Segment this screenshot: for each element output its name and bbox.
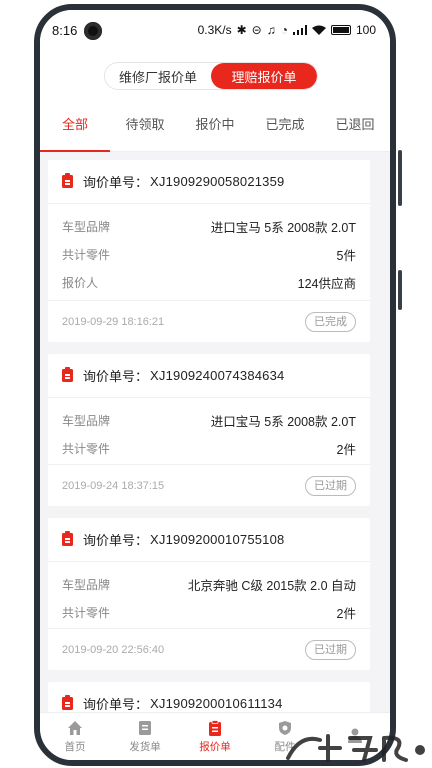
order-card[interactable]: 询价单号： XJ1909200010755108 车型品牌 北京奔驰 C级 20…: [48, 518, 370, 670]
tab-returned[interactable]: 已退回: [320, 96, 390, 152]
order-header: 询价单号： XJ1909200010755108: [48, 518, 370, 562]
status-bar: 8:16 0.3K/s ✱ ⊝ ♫ ◔ 100: [40, 10, 390, 50]
quote-type-switch: 维修厂报价单 理赔报价单: [104, 62, 318, 90]
detail-row: 车型品牌 北京奔驰 C级 2015款 2.0 自动: [62, 570, 356, 598]
order-time: 2019-09-29 18:16:21: [62, 315, 165, 328]
detail-key: 报价人: [62, 275, 99, 290]
order-card[interactable]: 询价单号： XJ1909240074384634 车型品牌 进口宝马 5系 20…: [48, 354, 370, 506]
detail-key: 车型品牌: [62, 577, 111, 592]
nfc-icon: ⊝: [251, 23, 262, 37]
status-badge: 已过期: [305, 475, 356, 496]
order-number: XJ1909200010755108: [150, 532, 285, 547]
order-number-label: 询价单号：: [83, 697, 149, 712]
detail-key: 车型品牌: [62, 413, 111, 428]
clipboard-icon: [62, 173, 73, 188]
screen: 8:16 0.3K/s ✱ ⊝ ♫ ◔ 100 维修厂报价单 理赔报价单 全部 …: [34, 4, 396, 766]
detail-value: 2件: [336, 606, 356, 621]
status-badge: 已过期: [305, 639, 356, 660]
site-watermark-logo: [286, 734, 425, 762]
clipboard-icon: [62, 531, 73, 546]
detail-value: 124供应商: [297, 276, 356, 291]
tab-completed[interactable]: 已完成: [250, 96, 320, 152]
nav-shipping[interactable]: 发货单: [110, 713, 180, 760]
detail-key: 共计零件: [62, 441, 111, 456]
order-number: XJ1909200010611134: [150, 696, 283, 711]
signal-icon: [292, 25, 307, 35]
detail-value: 2件: [336, 442, 356, 457]
network-speed: 0.3K/s: [197, 23, 232, 37]
order-footer: 2019-09-29 18:16:21 已完成: [48, 300, 370, 342]
detail-row: 共计零件 5件: [62, 240, 356, 268]
nav-label: 首页: [64, 740, 86, 753]
order-footer: 2019-09-20 22:56:40 已过期: [48, 628, 370, 670]
detail-row: 共计零件 2件: [62, 598, 356, 626]
detail-key: 车型品牌: [62, 219, 111, 234]
segment-bar: 维修厂报价单 理赔报价单: [40, 50, 390, 96]
tab-quoting[interactable]: 报价中: [180, 96, 250, 152]
status-icons: 0.3K/s ✱ ⊝ ♫ ◔ 100: [198, 23, 376, 37]
home-icon: [68, 720, 82, 735]
wifi-icon: [311, 25, 326, 35]
order-card[interactable]: 询价单号： XJ1909290058021359 车型品牌 进口宝马 5系 20…: [48, 160, 370, 342]
mute-icon: ♫: [266, 23, 276, 37]
order-header: 询价单号： XJ1909290058021359: [48, 160, 370, 204]
order-number: XJ1909290058021359: [150, 174, 285, 189]
detail-row: 共计零件 2件: [62, 434, 356, 462]
order-footer: 2019-09-24 18:37:15 已过期: [48, 464, 370, 506]
bluetooth-icon: ✱: [236, 23, 247, 37]
order-details: 车型品牌 进口宝马 5系 2008款 2.0T 共计零件 5件 报价人 124供…: [48, 204, 370, 296]
detail-value: 进口宝马 5系 2008款 2.0T: [210, 414, 356, 429]
nav-home[interactable]: 首页: [40, 713, 110, 760]
segment-claim-quote[interactable]: 理赔报价单: [211, 63, 317, 89]
clipboard-icon: [62, 695, 73, 710]
order-details: 车型品牌 进口宝马 5系 2008款 2.0T 共计零件 2件: [48, 398, 370, 462]
battery-level: 100: [355, 23, 376, 37]
power-button: [398, 270, 402, 310]
detail-row: 车型品牌 进口宝马 5系 2008款 2.0T: [62, 212, 356, 240]
order-number: XJ1909240074384634: [150, 368, 285, 383]
nav-label: 报价单: [199, 740, 231, 753]
nav-quotes[interactable]: 报价单: [180, 713, 250, 760]
detail-value: 北京奔驰 C级 2015款 2.0 自动: [187, 578, 356, 593]
phone-frame: 8:16 0.3K/s ✱ ⊝ ♫ ◔ 100 维修厂报价单 理赔报价单 全部 …: [0, 0, 432, 768]
nav-label: 发货单: [129, 740, 161, 753]
alarm-icon: ◔: [280, 23, 288, 37]
detail-key: 共计零件: [62, 605, 111, 620]
tab-pending[interactable]: 待领取: [110, 96, 180, 152]
order-number-label: 询价单号：: [83, 533, 149, 548]
order-time: 2019-09-20 22:56:40: [62, 643, 165, 656]
document-icon: [139, 720, 151, 735]
battery-icon: [330, 25, 351, 35]
order-header: 询价单号： XJ1909240074384634: [48, 354, 370, 398]
front-camera: [84, 22, 102, 40]
clipboard-icon: [62, 367, 73, 382]
detail-row: 车型品牌 进口宝马 5系 2008款 2.0T: [62, 406, 356, 434]
tab-all[interactable]: 全部: [40, 96, 110, 152]
detail-key: 共计零件: [62, 247, 111, 262]
order-number-label: 询价单号：: [83, 175, 149, 190]
detail-row: 报价人 124供应商: [62, 268, 356, 296]
status-time: 8:16: [52, 22, 78, 38]
clipboard-icon: [209, 719, 221, 736]
order-time: 2019-09-24 18:37:15: [62, 479, 165, 492]
status-badge: 已完成: [305, 311, 356, 332]
volume-button: [398, 150, 402, 206]
detail-value: 进口宝马 5系 2008款 2.0T: [210, 220, 356, 235]
detail-value: 5件: [336, 248, 356, 263]
order-number-label: 询价单号：: [83, 369, 149, 384]
segment-repair-shop-quote[interactable]: 维修厂报价单: [105, 63, 211, 89]
order-details: 车型品牌 北京奔驰 C级 2015款 2.0 自动 共计零件 2件: [48, 562, 370, 626]
status-tabs: 全部 待领取 报价中 已完成 已退回: [40, 96, 390, 152]
